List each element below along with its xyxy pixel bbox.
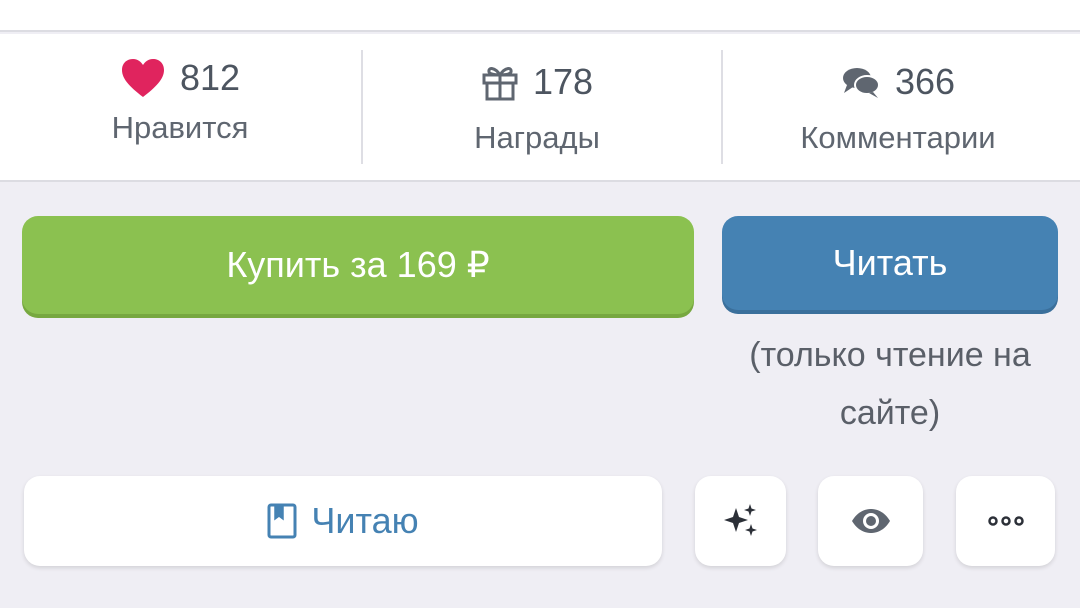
sparkles-icon <box>722 502 760 540</box>
comments-icon <box>841 65 881 99</box>
more-button[interactable] <box>956 476 1055 566</box>
buy-button[interactable]: Купить за 169 ₽ <box>22 216 694 314</box>
more-dots-icon <box>987 515 1025 527</box>
likes-stat[interactable]: 812 Нравится <box>0 34 360 182</box>
stats-bar: 812 Нравится 178 Награды 366 Комментарии <box>0 34 1080 182</box>
eye-icon <box>850 507 892 535</box>
awards-count: 178 <box>532 61 594 102</box>
gift-icon <box>481 63 519 101</box>
comments-count: 366 <box>894 61 956 102</box>
awards-label: Награды <box>474 120 600 155</box>
top-bar <box>0 0 1080 32</box>
awards-stat[interactable]: 178 Награды <box>357 34 717 182</box>
heart-icon <box>120 57 166 99</box>
bookmark-book-icon <box>267 503 297 539</box>
reading-button[interactable]: Читаю <box>24 476 662 566</box>
reading-label: Читаю <box>311 500 419 541</box>
comments-stat[interactable]: 366 Комментарии <box>718 34 1078 182</box>
read-note: (только чтение на сайте) <box>749 336 1031 432</box>
likes-count: 812 <box>179 57 241 98</box>
likes-label: Нравится <box>111 110 249 145</box>
sparkle-button[interactable] <box>695 476 786 566</box>
watch-button[interactable] <box>818 476 923 566</box>
comments-label: Комментарии <box>800 120 996 155</box>
read-button[interactable]: Читать <box>722 216 1058 310</box>
